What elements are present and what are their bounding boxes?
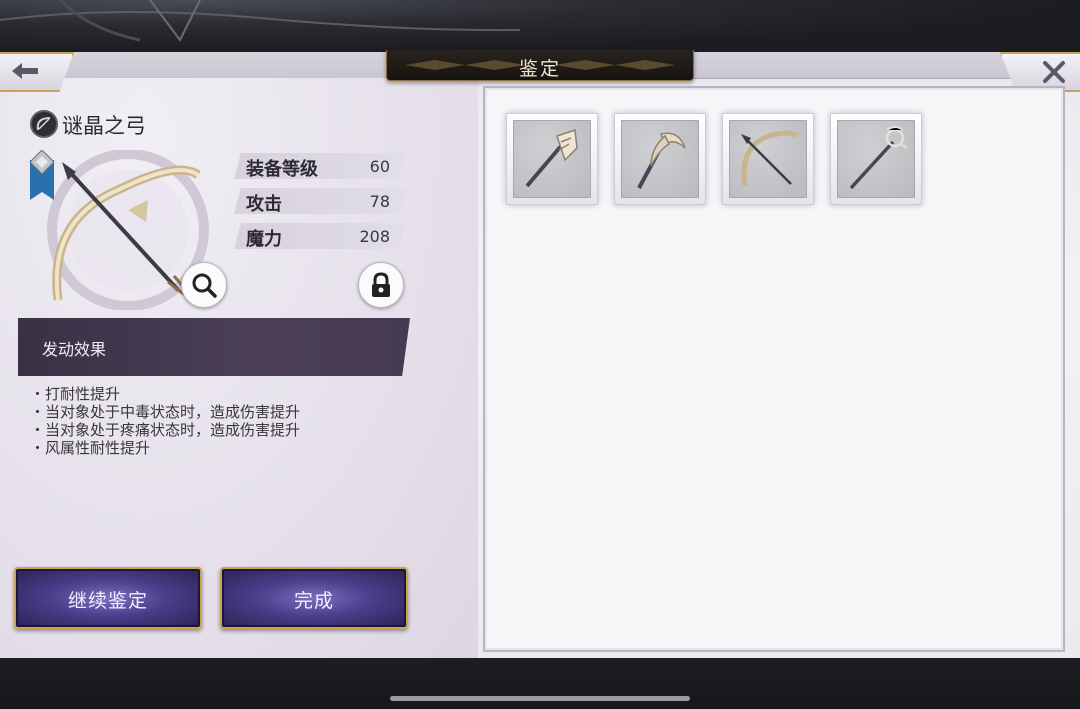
- continue-appraisal-label: 继续鉴定: [67, 590, 148, 612]
- stat-value: 60: [369, 157, 390, 176]
- inventory-slot[interactable]: [506, 113, 598, 205]
- title-tab: 鉴定: [386, 50, 694, 81]
- inventory-slot[interactable]: [614, 113, 706, 205]
- close-icon: [1043, 61, 1065, 83]
- stat-value: 78: [369, 192, 390, 211]
- done-button[interactable]: 完成: [220, 567, 408, 629]
- back-arrow-icon: [12, 63, 38, 79]
- effect-item: 风属性耐性提升: [36, 439, 300, 457]
- stat-label: 魔力: [246, 229, 282, 250]
- bottom-decorative-band: [0, 658, 1080, 709]
- lock-button[interactable]: [358, 262, 404, 308]
- staff-icon: [525, 128, 578, 188]
- stat-row-level: 装备等级 60: [234, 153, 406, 179]
- stat-row-magic: 魔力 208: [234, 223, 406, 249]
- magnifier-icon: [192, 273, 217, 298]
- zoom-button[interactable]: [181, 262, 227, 308]
- effect-header-band: 发动效果: [18, 318, 410, 376]
- item-name: 谜晶之弓: [62, 114, 146, 138]
- bow-type-icon: [30, 110, 58, 138]
- stat-row-attack: 攻击 78: [234, 188, 406, 214]
- done-label: 完成: [293, 590, 334, 612]
- stat-label: 装备等级: [246, 159, 318, 180]
- effect-list: 打耐性提升 当对象处于中毒状态时，造成伤害提升 当对象处于疼痛状态时，造成伤害提…: [36, 385, 300, 457]
- scythe-icon: [637, 132, 686, 189]
- effect-item: 当对象处于疼痛状态时，造成伤害提升: [36, 421, 300, 439]
- inventory-slot[interactable]: [722, 113, 814, 205]
- stat-value: 208: [359, 227, 390, 246]
- page-title: 鉴定: [518, 58, 561, 80]
- rank-badge-icon: [29, 150, 55, 200]
- effect-item: 当对象处于中毒状态时，造成伤害提升: [36, 403, 300, 421]
- home-indicator[interactable]: [390, 696, 690, 701]
- stat-label: 攻击: [246, 194, 282, 215]
- effect-title: 发动效果: [42, 340, 107, 359]
- effect-item: 打耐性提升: [36, 385, 300, 403]
- bow-icon: [741, 130, 799, 187]
- inventory-slot[interactable]: [830, 113, 922, 205]
- top-decorative-band: [0, 0, 1080, 52]
- wand-icon: [849, 126, 908, 190]
- continue-appraisal-button[interactable]: 继续鉴定: [14, 567, 202, 629]
- lock-icon: [372, 272, 390, 297]
